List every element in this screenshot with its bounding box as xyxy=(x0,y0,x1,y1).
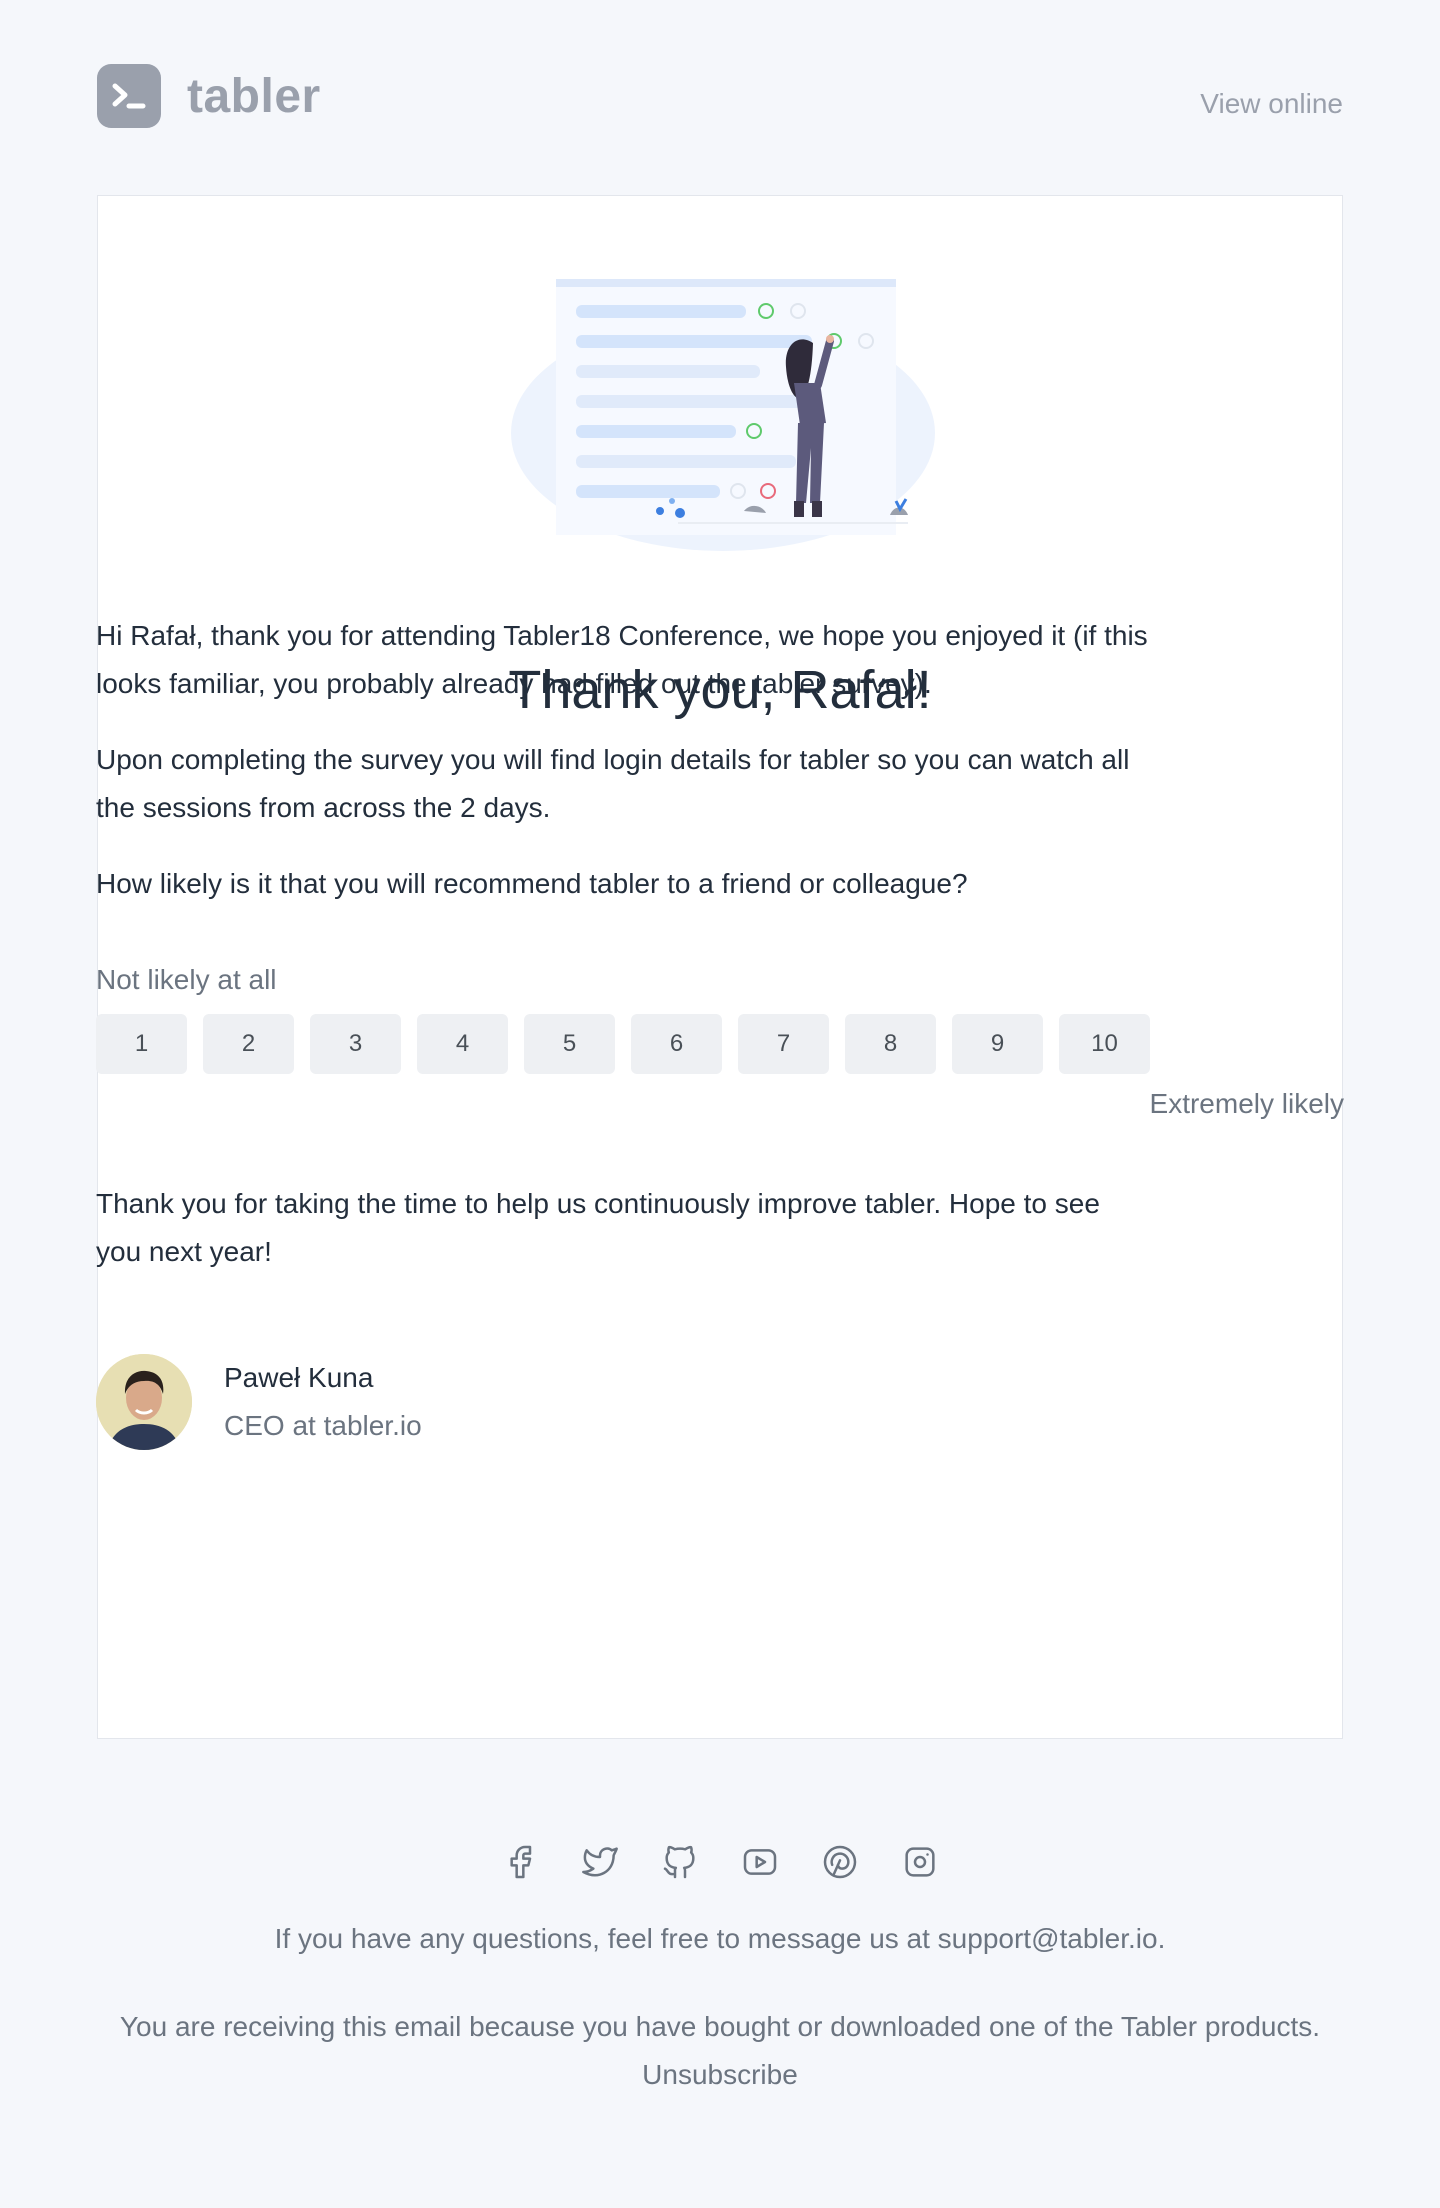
rating-button-9[interactable]: 9 xyxy=(952,1014,1043,1074)
survey-illustration xyxy=(511,279,935,551)
footer-receiving-text: You are receiving this email because you… xyxy=(119,2011,1321,2042)
signature: Paweł Kuna CEO at tabler.io xyxy=(96,1354,422,1450)
email-card: Thank you, Rafał! xyxy=(97,195,1343,1739)
rating-scale: 1 2 3 4 5 6 7 8 9 10 xyxy=(96,1014,1150,1074)
signature-name: Paweł Kuna xyxy=(224,1362,374,1393)
unsubscribe-link[interactable]: Unsubscribe xyxy=(0,2051,1440,2099)
survey-question: How likely is it that you will recommend… xyxy=(96,868,968,899)
facebook-icon[interactable] xyxy=(500,1842,540,1882)
footer-questions: If you have any questions, feel free to … xyxy=(274,1923,1166,1954)
footer-receiving: You are receiving this email because you… xyxy=(0,2003,1440,2099)
rating-button-3[interactable]: 3 xyxy=(310,1014,401,1074)
scale-high-label: Extremely likely xyxy=(1149,1088,1344,1119)
tabler-logo[interactable]: tabler xyxy=(97,64,321,128)
intro-paragraph: Hi Rafał, thank you for attending Tabler… xyxy=(96,620,1148,699)
closing-paragraph: Thank you for taking the time to help us… xyxy=(96,1188,1100,1267)
terminal-icon xyxy=(97,64,161,128)
pinterest-icon[interactable] xyxy=(820,1842,860,1882)
social-links xyxy=(0,1842,1440,1882)
rating-button-10[interactable]: 10 xyxy=(1059,1014,1150,1074)
rating-button-2[interactable]: 2 xyxy=(203,1014,294,1074)
view-online-link[interactable]: View online xyxy=(1200,88,1343,120)
twitter-icon[interactable] xyxy=(580,1842,620,1882)
email-header: tabler View online xyxy=(97,64,1343,134)
instagram-icon[interactable] xyxy=(900,1842,940,1882)
scale-low-label: Not likely at all xyxy=(96,964,277,995)
github-icon[interactable] xyxy=(660,1842,700,1882)
avatar xyxy=(96,1354,192,1450)
login-paragraph: Upon completing the survey you will find… xyxy=(96,744,1130,823)
rating-button-6[interactable]: 6 xyxy=(631,1014,722,1074)
rating-button-5[interactable]: 5 xyxy=(524,1014,615,1074)
brand-name: tabler xyxy=(187,69,321,123)
rating-button-7[interactable]: 7 xyxy=(738,1014,829,1074)
rating-button-1[interactable]: 1 xyxy=(96,1014,187,1074)
signature-role: CEO at tabler.io xyxy=(224,1410,422,1441)
rating-button-8[interactable]: 8 xyxy=(845,1014,936,1074)
rating-button-4[interactable]: 4 xyxy=(417,1014,508,1074)
youtube-icon[interactable] xyxy=(740,1842,780,1882)
